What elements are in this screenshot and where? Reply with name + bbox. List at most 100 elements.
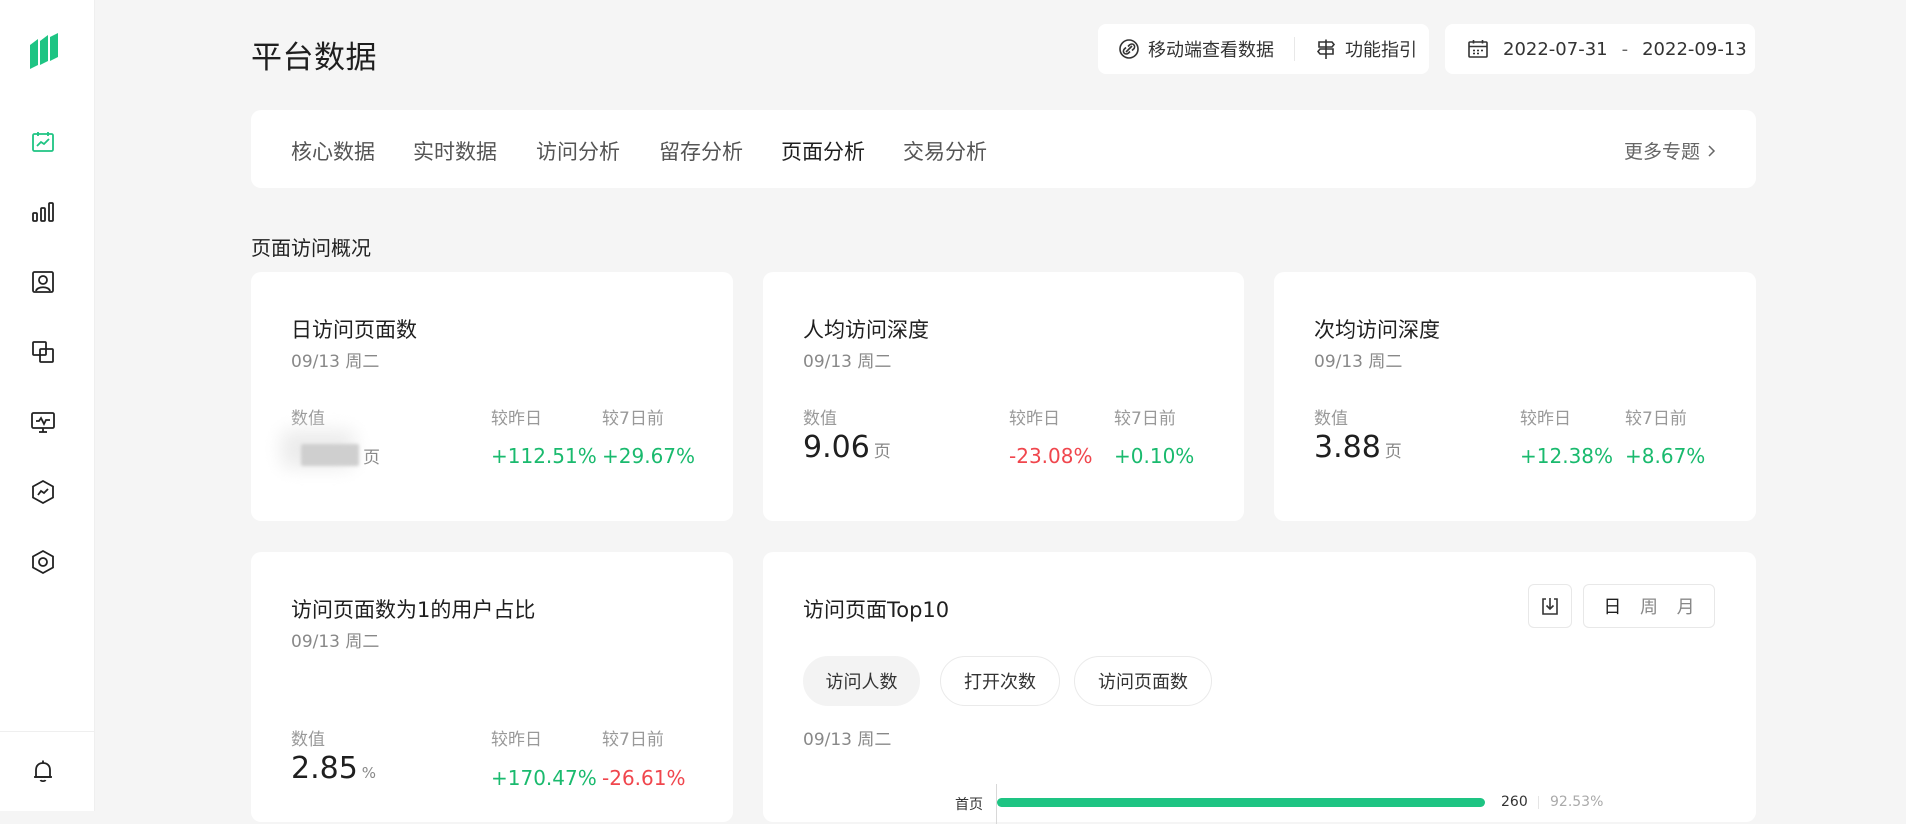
metric-card-avg-depth-per-user: 人均访问深度 09/13 周二 数值 较昨日 较7日前 9.06 页 -23.08… (763, 272, 1244, 521)
more-topics-label: 更多专题 (1623, 141, 1700, 163)
period-month[interactable]: 月 (1677, 593, 1695, 619)
vs-7days-label: 较7日前 (602, 730, 664, 750)
tab-page-analysis[interactable]: 页面分析 (781, 136, 865, 166)
metric-unit: 页 (873, 442, 891, 462)
settings-hexagon-icon (32, 549, 54, 575)
header-divider (1294, 37, 1295, 61)
metric-card-avg-depth-per-visit: 次均访问深度 09/13 周二 数值 较昨日 较7日前 3.88 页 +12.38… (1274, 272, 1756, 521)
metric-pill-opens[interactable]: 打开次数 (940, 656, 1060, 706)
tab-core-data[interactable]: 核心数据 (291, 136, 375, 166)
metric-unit: 页 (363, 448, 380, 468)
redacted-value (301, 443, 359, 466)
sidebar-item-trend[interactable] (27, 476, 59, 508)
change-vs-yesterday: +112.51% (491, 444, 597, 468)
metric-card-single-page-user-ratio: 访问页面数为1的用户占比 09/13 周二 数值 较昨日 较7日前 2.85% … (251, 552, 733, 822)
header-actions: 移动端查看数据 功能指引 (1098, 24, 1429, 74)
metric-value: 2.85% (291, 751, 376, 786)
date-start: 2022-07-31 (1503, 38, 1608, 60)
bar-chart-icon (32, 202, 54, 222)
calendar-icon (1468, 40, 1488, 58)
more-topics-link[interactable]: 更多专题 (1624, 137, 1718, 164)
page-title: 平台数据 (251, 40, 377, 76)
section-title: 页面访问概况 (251, 236, 371, 260)
logo-icon[interactable] (27, 31, 61, 71)
sidebar (0, 0, 95, 811)
value-label: 数值 (291, 409, 325, 429)
sidebar-item-layers[interactable] (27, 336, 59, 368)
sidebar-item-monitor[interactable] (27, 406, 59, 438)
user-profile-icon (32, 271, 54, 293)
vs-yesterday-label: 较昨日 (491, 730, 542, 750)
change-vs-7days: +8.67% (1625, 444, 1706, 468)
card-title: 日访问页面数 (291, 318, 417, 342)
vs-yesterday-label: 较昨日 (1520, 409, 1571, 429)
sidebar-item-settings[interactable] (27, 546, 59, 578)
bar-row-separator (1538, 796, 1539, 809)
metric-unit: % (361, 764, 377, 782)
metric-card-daily-pages: 日访问页面数 09/13 周二 数值 较昨日 较7日前 页 +112.51% +… (251, 272, 733, 521)
change-vs-7days: +29.67% (602, 444, 696, 468)
tab-visit-analysis[interactable]: 访问分析 (536, 136, 620, 166)
guide-label: 功能指引 (1345, 40, 1417, 61)
mobile-view-button[interactable]: 移动端查看数据 (1098, 36, 1274, 62)
sidebar-item-dashboard[interactable] (27, 126, 59, 158)
sidebar-item-users[interactable] (27, 266, 59, 298)
value-label: 数值 (1314, 409, 1348, 429)
tab-realtime-data[interactable]: 实时数据 (413, 136, 497, 166)
download-button[interactable] (1528, 584, 1572, 628)
card-title: 次均访问深度 (1314, 318, 1440, 342)
card-date: 09/13 周二 (291, 352, 380, 372)
bell-icon (34, 760, 52, 783)
date-end: 2022-09-13 (1642, 38, 1747, 60)
change-vs-7days: +0.10% (1114, 444, 1195, 468)
change-vs-yesterday: +12.38% (1520, 444, 1614, 468)
bar-row-fill (997, 798, 1485, 807)
value-label: 数值 (803, 409, 837, 429)
period-selector: 日 周 月 (1583, 584, 1715, 628)
card-date: 09/13 周二 (1314, 352, 1403, 372)
sidebar-divider (0, 731, 95, 732)
value-label: 数值 (291, 730, 325, 750)
period-week[interactable]: 周 (1640, 593, 1658, 619)
vs-7days-label: 较7日前 (602, 409, 664, 429)
chevron-right-icon (1708, 144, 1716, 157)
metric-number: 2.85 (291, 751, 358, 786)
tab-bar: 核心数据 实时数据 访问分析 留存分析 页面分析 交易分析 更多专题 (251, 110, 1756, 188)
mobile-view-label: 移动端查看数据 (1148, 40, 1274, 61)
bar-row-count: 260 (1501, 794, 1528, 810)
vs-7days-label: 较7日前 (1114, 409, 1176, 429)
tab-retention-analysis[interactable]: 留存分析 (659, 136, 743, 166)
layers-icon (32, 341, 54, 363)
metric-value: 9.06 页 (803, 430, 891, 465)
card-title: 访问页面Top10 (803, 598, 950, 622)
metric-number: 3.88 (1314, 430, 1381, 465)
metric-value: 页 (301, 436, 380, 471)
metric-pill-visitors[interactable]: 访问人数 (803, 656, 920, 706)
bar-row-percent: 92.53% (1550, 794, 1604, 810)
metric-value: 3.88 页 (1314, 430, 1402, 465)
vs-yesterday-label: 较昨日 (491, 409, 542, 429)
period-day[interactable]: 日 (1603, 593, 1621, 619)
download-icon (1542, 598, 1558, 615)
tab-transaction-analysis[interactable]: 交易分析 (903, 136, 987, 166)
vs-yesterday-label: 较昨日 (1009, 409, 1060, 429)
guide-button[interactable]: 功能指引 (1315, 36, 1417, 62)
card-date: 09/13 周二 (803, 352, 892, 372)
sidebar-item-stats[interactable] (27, 196, 59, 228)
trend-hexagon-icon (32, 479, 54, 505)
card-title: 访问页面数为1的用户占比 (291, 598, 536, 622)
monitor-icon (31, 412, 55, 433)
metric-number: 9.06 (803, 430, 870, 465)
change-vs-yesterday: +170.47% (491, 766, 597, 790)
link-icon (1119, 39, 1139, 59)
notifications-button[interactable] (27, 755, 59, 787)
vs-7days-label: 较7日前 (1625, 409, 1687, 429)
signpost-icon (1316, 39, 1336, 59)
bar-row-label: 首页 (955, 797, 983, 813)
date-separator: - (1621, 38, 1629, 60)
calendar-chart-icon (32, 132, 54, 152)
top10-date: 09/13 周二 (803, 730, 892, 750)
top10-pages-card: 访问页面Top10 日 周 月 访问人数 打开次数 访问页面数 09/13 周二… (763, 552, 1756, 824)
date-range-picker[interactable]: 2022-07-31 - 2022-09-13 (1445, 24, 1755, 74)
metric-pill-pages[interactable]: 访问页面数 (1074, 656, 1212, 706)
